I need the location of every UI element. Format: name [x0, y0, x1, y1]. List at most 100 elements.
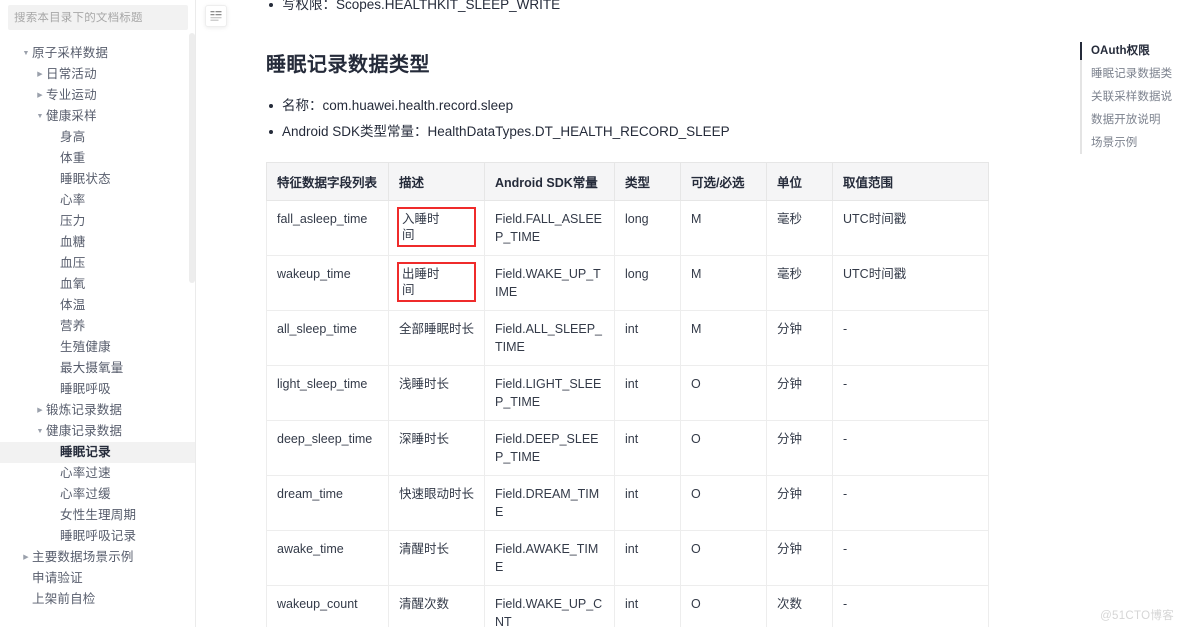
sidebar-item-label: 锻炼记录数据: [46, 403, 123, 417]
sidebar-item-0[interactable]: ▼ 原子采样数据: [0, 43, 196, 64]
watermark: @51CTO博客: [1100, 610, 1174, 622]
list-toggle-icon: [210, 11, 222, 21]
table-cell-type: int: [614, 530, 681, 586]
highlighted-description: 入睡时间: [397, 207, 476, 247]
sidebar-item-13[interactable]: ▶营养: [0, 316, 196, 337]
table-row: all_sleep_time 全部睡眠时长 Field.ALL_SLEEP_TIME…: [266, 310, 989, 366]
chevron-right-icon[interactable]: ▶: [20, 547, 32, 568]
table-cell-type: int: [614, 475, 681, 531]
table-cell-unit: 分钟: [766, 310, 833, 366]
table-header-cell-5: 单位: [766, 162, 833, 201]
table-cell-sdk: Field.WAKE_UP_CNT: [484, 585, 615, 627]
sidebar-item-label: 申请验证: [32, 571, 83, 585]
table-cell-field: deep_sleep_time: [266, 420, 389, 476]
sidebar-item-label: 女性生理周期: [60, 508, 137, 522]
sidebar-item-label: 健康记录数据: [46, 424, 123, 438]
sidebar-item-7[interactable]: ▶心率: [0, 190, 196, 211]
search-box[interactable]: [8, 5, 188, 30]
sidebar-toggle-button[interactable]: [205, 5, 227, 27]
table-cell-sdk: Field.ALL_SLEEP_TIME: [484, 310, 615, 366]
table-cell-range: -: [832, 475, 989, 531]
table-cell-required: M: [680, 310, 767, 366]
sidebar-item-17[interactable]: ▶ 锻炼记录数据: [0, 400, 196, 421]
table-cell-required: M: [680, 200, 767, 256]
sidebar-item-1[interactable]: ▶ 日常活动: [0, 64, 196, 85]
sidebar-item-3[interactable]: ▼ 健康采样: [0, 106, 196, 127]
sleep-record-fields-table: 特征数据字段列表 描述 Android SDK常量 类型 可选/必选 单位 取值范围 fal…: [266, 162, 989, 627]
table-row: dream_time 快速眼动时长 Field.DREAM_TIME int O 分钟 -: [266, 475, 989, 531]
sidebar-item-label: 日常活动: [46, 67, 97, 81]
table-row: light_sleep_time 浅睡时长 Field.LIGHT_SLEEP_TI…: [266, 365, 989, 421]
sidebar-item-label: 上架前自检: [32, 592, 96, 606]
table-row: fall_asleep_time 入睡时间 Field.FALL_ASLEEP_TI…: [266, 200, 989, 256]
chevron-right-icon[interactable]: ▶: [34, 64, 46, 85]
search-input[interactable]: [14, 11, 182, 24]
sidebar-item-16[interactable]: ▶睡眠呼吸: [0, 379, 196, 400]
chevron-down-icon[interactable]: ▼: [34, 421, 46, 442]
sidebar-item-label: 血氧: [60, 277, 86, 291]
table-cell-sdk: Field.AWAKE_TIME: [484, 530, 615, 586]
table-cell-type: long: [614, 255, 681, 311]
table-header-row: 特征数据字段列表 描述 Android SDK常量 类型 可选/必选 单位 取值范围: [266, 162, 989, 201]
sidebar-item-label: 专业运动: [46, 88, 97, 102]
sidebar-item-11[interactable]: ▶血氧: [0, 274, 196, 295]
sidebar-item-8[interactable]: ▶压力: [0, 211, 196, 232]
sidebar-item-23[interactable]: ▶睡眠呼吸记录: [0, 526, 196, 547]
sidebar-item-label: 体温: [60, 298, 86, 312]
sidebar-item-label: 心率过速: [60, 466, 111, 480]
sidebar-item-2[interactable]: ▶ 专业运动: [0, 85, 196, 106]
table-cell-sdk: Field.DEEP_SLEEP_TIME: [484, 420, 615, 476]
toc-item-1[interactable]: 睡眠记录数据类: [1091, 63, 1184, 86]
table-cell-range: -: [832, 365, 989, 421]
table-cell-field: wakeup_time: [266, 255, 389, 311]
toc-item-0[interactable]: OAuth权限: [1091, 40, 1184, 63]
table-cell-unit: 分钟: [766, 365, 833, 421]
table-cell-field: light_sleep_time: [266, 365, 389, 421]
chevron-right-icon[interactable]: ▶: [34, 85, 46, 106]
chevron-down-icon[interactable]: ▼: [34, 106, 46, 127]
sidebar-item-26[interactable]: ▶上架前自检: [0, 589, 196, 610]
sidebar-item-25[interactable]: ▶申请验证: [0, 568, 196, 589]
sidebar-item-5[interactable]: ▶体重: [0, 148, 196, 169]
table-cell-range: UTC时间戳: [832, 255, 989, 311]
sidebar-item-4[interactable]: ▶身高: [0, 127, 196, 148]
sidebar-item-21[interactable]: ▶心率过缓: [0, 484, 196, 505]
table-cell-desc: 深睡时长: [388, 420, 485, 476]
top-bullet-0: 写权限：Scopes.HEALTHKIT_SLEEP_WRITE: [266, 0, 1184, 13]
sidebar-item-10[interactable]: ▶血压: [0, 253, 196, 274]
table-row: wakeup_count 清醒次数 Field.WAKE_UP_CNT int O 次数 -: [266, 585, 989, 627]
sidebar-item-22[interactable]: ▶女性生理周期: [0, 505, 196, 526]
sidebar-item-20[interactable]: ▶心率过速: [0, 463, 196, 484]
table-cell-desc: 清醒次数: [388, 585, 485, 627]
top-bullet-list: 写权限：Scopes.HEALTHKIT_SLEEP_WRITE: [266, 0, 1184, 13]
table-cell-required: O: [680, 420, 767, 476]
chevron-right-icon[interactable]: ▶: [34, 400, 46, 421]
sidebar-item-19[interactable]: ▶睡眠记录: [0, 442, 196, 463]
table-cell-field: all_sleep_time: [266, 310, 389, 366]
sidebar-item-12[interactable]: ▶体温: [0, 295, 196, 316]
sidebar-item-9[interactable]: ▶血糖: [0, 232, 196, 253]
sidebar-item-15[interactable]: ▶最大摄氧量: [0, 358, 196, 379]
table-cell-field: wakeup_count: [266, 585, 389, 627]
sidebar-item-label: 生殖健康: [60, 340, 111, 354]
chevron-down-icon[interactable]: ▼: [20, 43, 32, 64]
navigation-tree: ▼原子采样数据▶日常活动▶专业运动▼健康采样▶身高▶体重▶睡眠状态▶心率▶压力▶…: [0, 33, 196, 610]
sidebar-item-label: 睡眠呼吸: [60, 382, 111, 396]
table-cell-unit: 分钟: [766, 530, 833, 586]
sidebar-item-18[interactable]: ▼ 健康记录数据: [0, 421, 196, 442]
sidebar-item-label: 血压: [60, 256, 86, 270]
table-cell-sdk: Field.FALL_ASLEEP_TIME: [484, 200, 615, 256]
toc-item-4[interactable]: 场景示例: [1091, 132, 1184, 155]
sidebar-item-label: 睡眠状态: [60, 172, 111, 186]
table-row: awake_time 清醒时长 Field.AWAKE_TIME int O 分钟 -: [266, 530, 989, 586]
table-header-cell-1: 描述: [388, 162, 485, 201]
toc-item-2[interactable]: 关联采样数据说: [1091, 86, 1184, 109]
table-cell-type: int: [614, 420, 681, 476]
table-cell-range: -: [832, 585, 989, 627]
sidebar-item-14[interactable]: ▶生殖健康: [0, 337, 196, 358]
sidebar-item-label: 心率过缓: [60, 487, 111, 501]
sidebar-item-6[interactable]: ▶睡眠状态: [0, 169, 196, 190]
toc-item-3[interactable]: 数据开放说明: [1091, 109, 1184, 132]
sidebar-item-label: 睡眠记录: [60, 445, 111, 459]
sidebar-item-24[interactable]: ▶ 主要数据场景示例: [0, 547, 196, 568]
